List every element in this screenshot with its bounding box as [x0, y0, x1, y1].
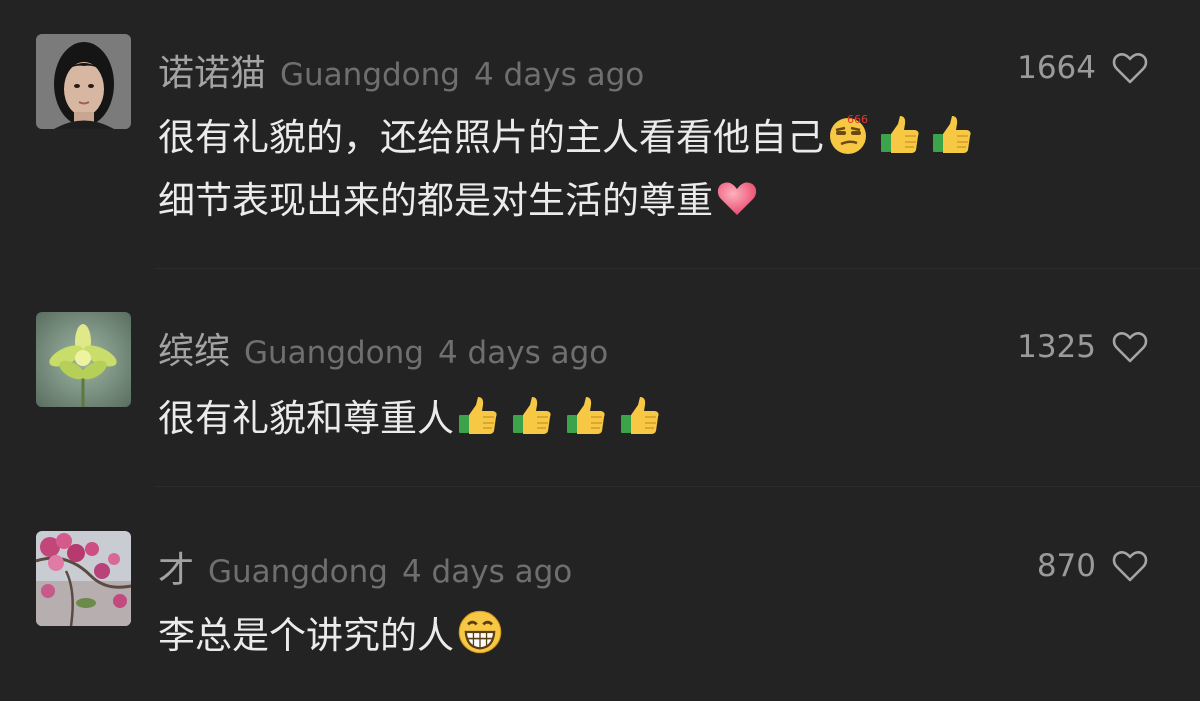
like-control[interactable]: 1325 — [1017, 329, 1148, 365]
comment-header: 诺诺猫 Guangdong 4 days ago — [158, 44, 644, 96]
comment-text-line: 李总是个讲究的人 — [158, 614, 454, 657]
divider — [155, 486, 1200, 487]
location: Guangdong — [208, 554, 388, 590]
comment-text: 很有礼貌和尊重人 — [158, 388, 662, 442]
heart-outline-icon[interactable] — [1112, 51, 1148, 85]
smirk-666-emoji: 666 — [830, 113, 868, 154]
username[interactable]: 缤缤 — [158, 322, 230, 374]
username[interactable]: 诺诺猫 — [158, 44, 266, 96]
comment-meta: Guangdong 4 days ago — [244, 335, 608, 371]
thumbs-up-emoji — [933, 116, 971, 153]
comment-header: 缤缤 Guangdong 4 days ago — [158, 322, 608, 374]
like-count: 1325 — [1017, 329, 1096, 365]
like-control[interactable]: 870 — [1037, 548, 1148, 584]
avatar[interactable] — [36, 531, 131, 626]
location: Guangdong — [280, 57, 460, 93]
thumbs-up-emoji — [459, 397, 497, 434]
heart-outline-icon[interactable] — [1112, 549, 1148, 583]
location: Guangdong — [244, 335, 424, 371]
thumbs-up-emoji — [621, 397, 659, 434]
timestamp: 4 days ago — [473, 57, 645, 93]
comment-meta: Guangdong 4 days ago — [280, 57, 644, 93]
comment-text: 细节表现出来的都是对生活的尊重 — [158, 170, 759, 224]
comment-text: 李总是个讲究的人 — [158, 605, 504, 659]
grin-emoji — [458, 610, 502, 654]
heart-emoji — [717, 182, 757, 215]
thumbs-up-emoji — [881, 116, 919, 153]
like-count: 1664 — [1017, 50, 1096, 86]
comment-meta: Guangdong 4 days ago — [208, 554, 572, 590]
comment-header: 才 Guangdong 4 days ago — [158, 541, 572, 593]
comment-text: 很有礼貌的，还给照片的主人看看他自己 666 — [158, 107, 974, 161]
timestamp: 4 days ago — [401, 554, 573, 590]
comment-text-line: 细节表现出来的都是对生活的尊重 — [158, 179, 713, 222]
like-count: 870 — [1036, 548, 1096, 584]
heart-outline-icon[interactable] — [1112, 330, 1148, 364]
avatar[interactable] — [36, 312, 131, 407]
like-control[interactable]: 1664 — [1017, 50, 1148, 86]
thumbs-up-emoji — [567, 397, 605, 434]
username[interactable]: 才 — [158, 541, 194, 593]
avatar[interactable] — [36, 34, 131, 129]
thumbs-up-emoji — [513, 397, 551, 434]
emoji-badge: 666 — [847, 113, 868, 126]
comment-text-line: 很有礼貌和尊重人 — [158, 397, 454, 440]
comment-text-line: 很有礼貌的，还给照片的主人看看他自己 — [158, 116, 824, 159]
divider — [155, 268, 1200, 269]
timestamp: 4 days ago — [437, 335, 609, 371]
